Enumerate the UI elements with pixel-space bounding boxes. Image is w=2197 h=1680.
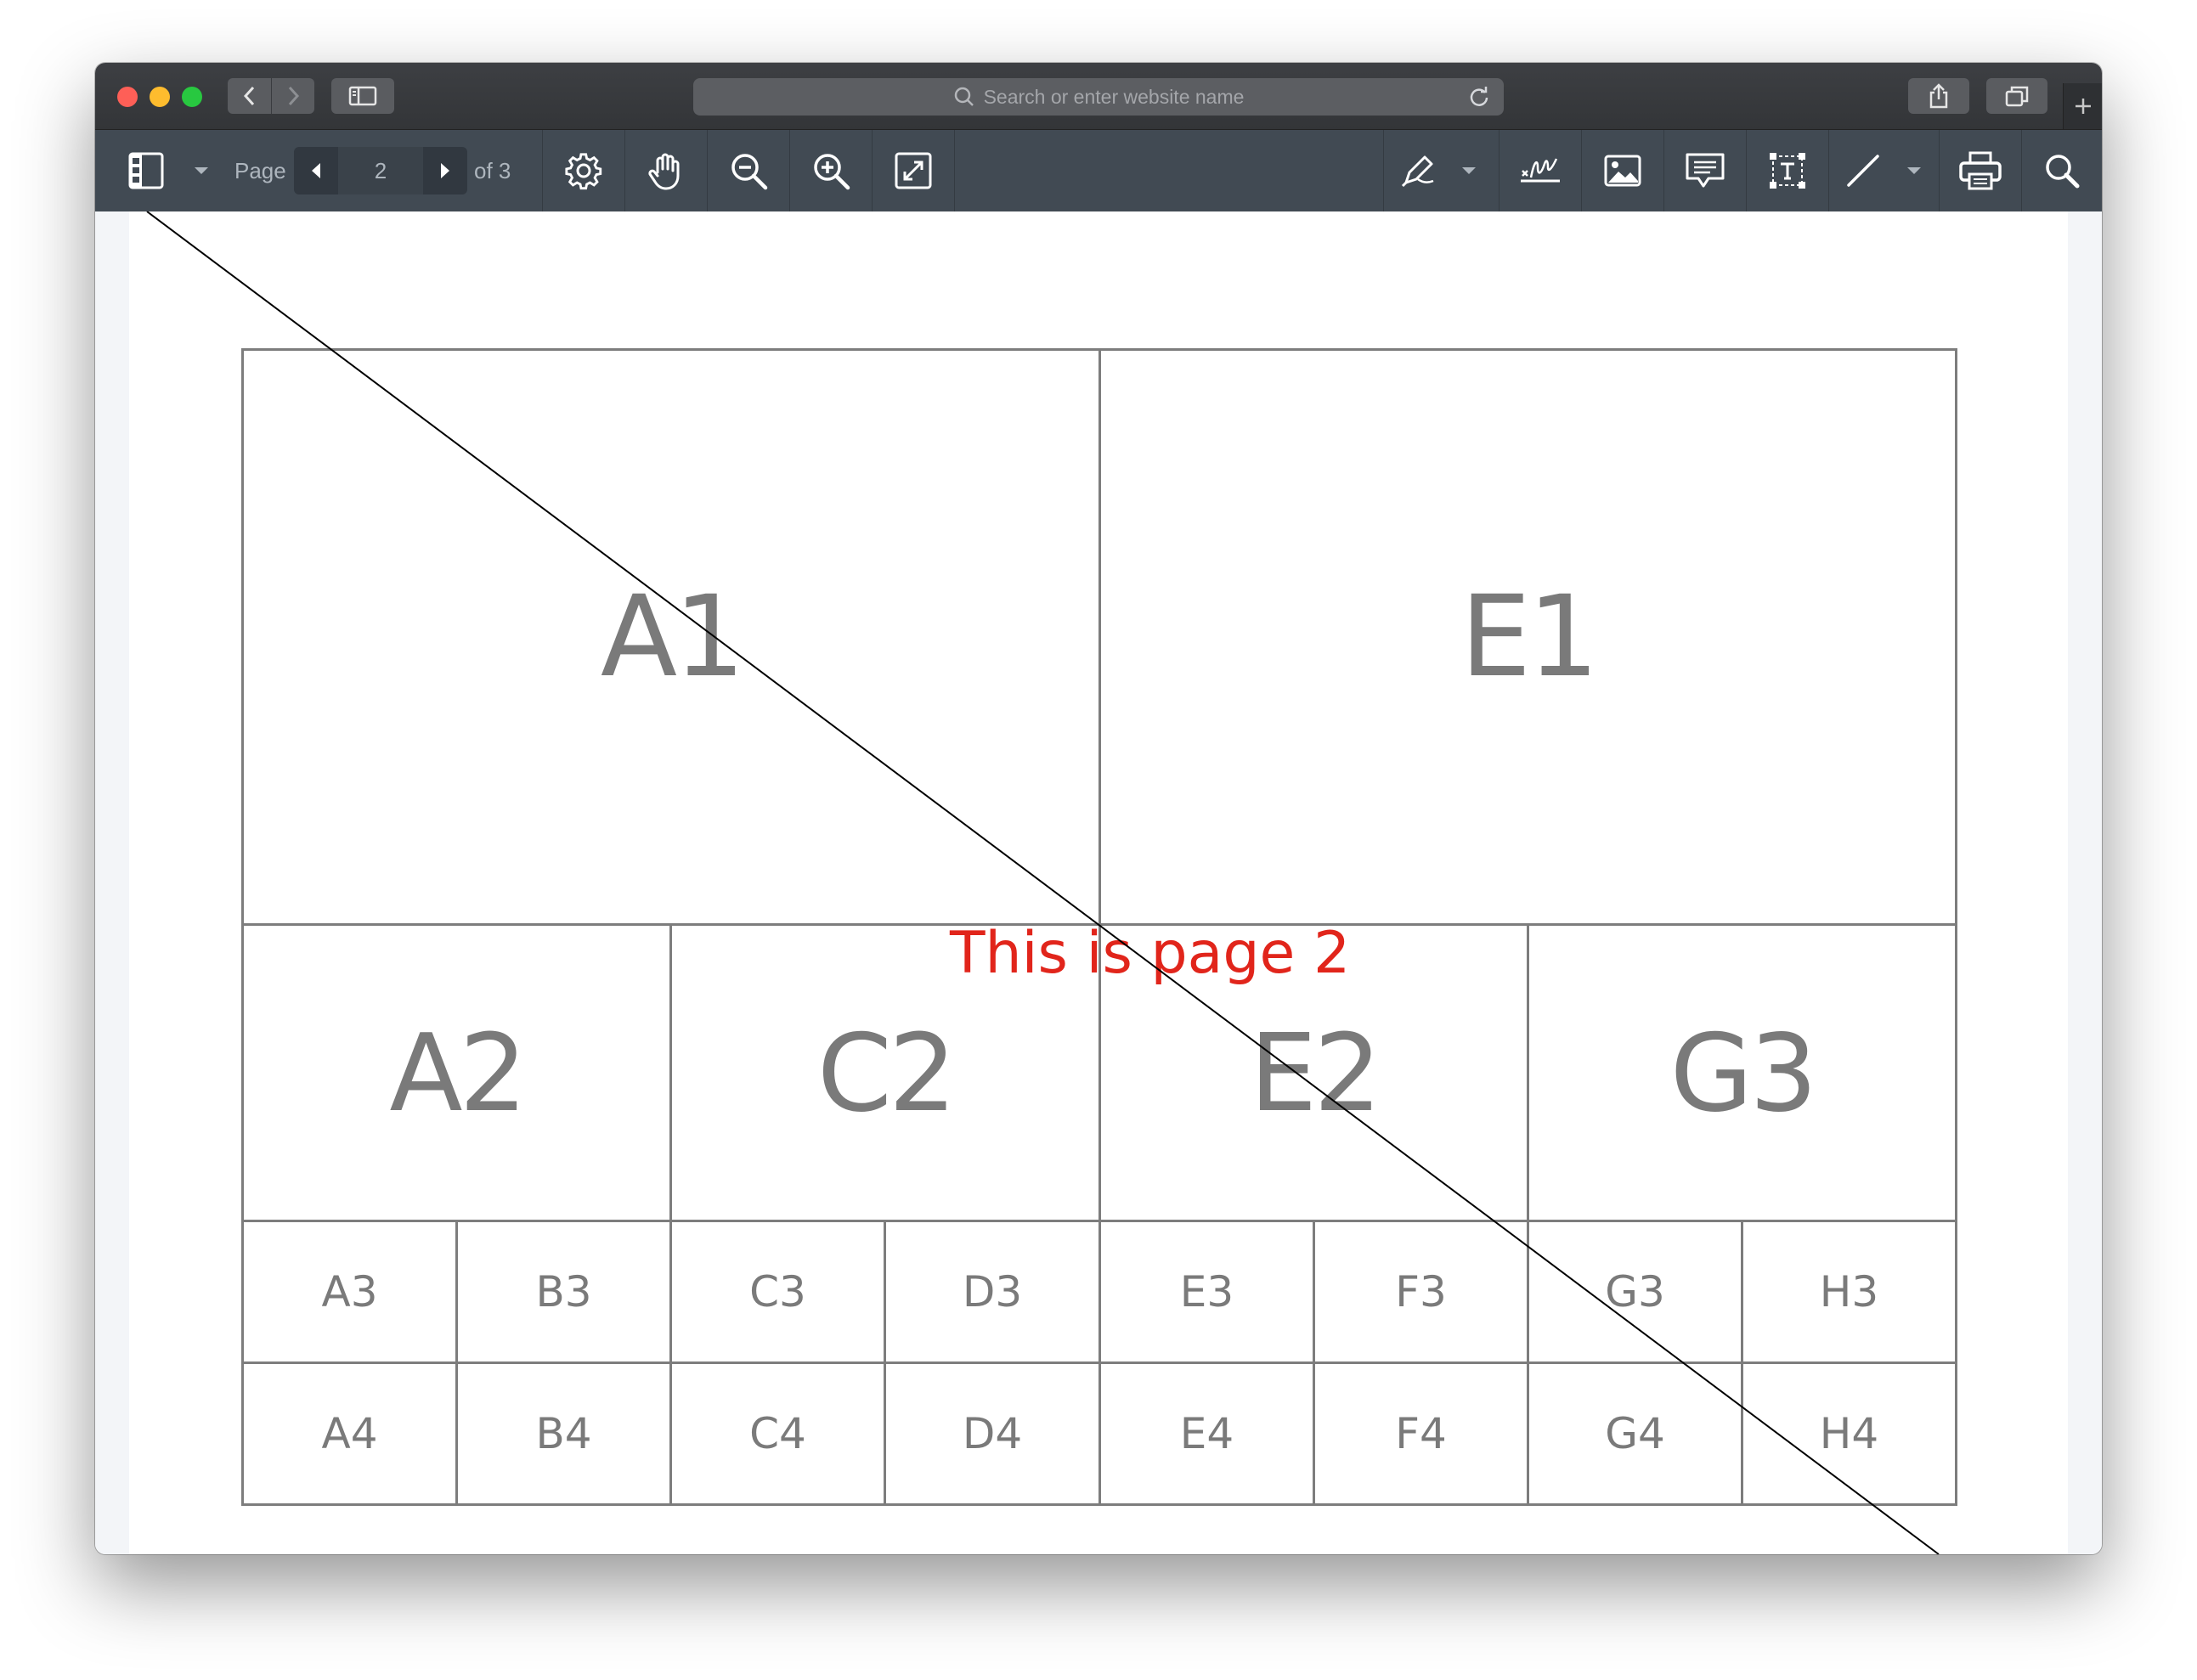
page-number-input[interactable]: 2 bbox=[338, 147, 423, 194]
image-icon bbox=[1604, 155, 1641, 187]
back-button[interactable] bbox=[229, 78, 271, 114]
zoom-out-icon bbox=[731, 154, 768, 190]
zoom-in-button[interactable] bbox=[790, 130, 872, 211]
line-icon bbox=[1847, 155, 1879, 187]
show-tabs-button[interactable] bbox=[1986, 78, 2047, 114]
document-viewport[interactable]: A1 E1 A2 C2 E2 G3 A3 B3 C3 D3 E3 F3 G3 H… bbox=[95, 211, 2102, 1554]
gear-icon bbox=[565, 153, 602, 190]
show-sidebar-button[interactable] bbox=[331, 78, 394, 114]
toolbar-divider bbox=[954, 130, 955, 211]
reload-icon[interactable] bbox=[1468, 86, 1490, 113]
plus-icon bbox=[2076, 99, 2091, 114]
pan-tool-button[interactable] bbox=[625, 130, 707, 211]
line-annotation[interactable] bbox=[129, 211, 2068, 1554]
pen-icon bbox=[1401, 155, 1434, 188]
close-window-button[interactable] bbox=[117, 87, 138, 107]
signature-button[interactable] bbox=[1499, 130, 1581, 211]
triangle-left-icon bbox=[312, 163, 320, 178]
text-box-button[interactable] bbox=[1747, 130, 1828, 211]
page-label: Page bbox=[234, 157, 286, 183]
chevron-right-icon bbox=[288, 86, 299, 106]
insert-image-button[interactable] bbox=[1582, 130, 1663, 211]
pen-tool-button[interactable] bbox=[1384, 130, 1452, 211]
new-tab-button[interactable] bbox=[2063, 83, 2102, 129]
toggle-thumbnails-button[interactable] bbox=[112, 130, 180, 211]
forward-button[interactable] bbox=[270, 78, 314, 114]
share-icon bbox=[1929, 83, 1948, 109]
thumbnails-dropdown[interactable] bbox=[180, 130, 223, 211]
fit-page-button[interactable] bbox=[873, 130, 954, 211]
page-navigator: 2 bbox=[294, 147, 467, 194]
chevron-left-icon bbox=[243, 86, 254, 106]
address-bar[interactable]: Search or enter website name bbox=[693, 78, 1504, 116]
search-icon bbox=[2046, 155, 2080, 189]
triangle-right-icon bbox=[441, 163, 449, 178]
title-bar: Search or enter website name bbox=[95, 63, 2102, 130]
pdf-toolbar: Page 2 of 3 bbox=[95, 130, 2102, 211]
comment-button[interactable] bbox=[1664, 130, 1746, 211]
hand-icon bbox=[648, 153, 680, 190]
panel-layout-icon bbox=[128, 152, 164, 189]
print-button[interactable] bbox=[1940, 130, 2021, 211]
pdf-page: A1 E1 A2 C2 E2 G3 A3 B3 C3 D3 E3 F3 G3 H… bbox=[129, 211, 2068, 1554]
total-pages-label: of 3 bbox=[474, 157, 511, 183]
caret-down-icon bbox=[1462, 167, 1476, 174]
zoom-window-button[interactable] bbox=[182, 87, 202, 107]
signature-icon bbox=[1521, 158, 1560, 183]
printer-icon bbox=[1959, 151, 2002, 190]
browser-window: Search or enter website name Page 2 of 3… bbox=[95, 63, 2102, 1554]
navigation-buttons bbox=[228, 78, 314, 114]
sidebar-icon bbox=[348, 86, 377, 106]
share-button[interactable] bbox=[1908, 78, 1969, 114]
comment-icon bbox=[1686, 153, 1725, 188]
settings-button[interactable] bbox=[543, 130, 624, 211]
pen-options-dropdown[interactable] bbox=[1452, 130, 1486, 211]
next-page-button[interactable] bbox=[423, 147, 467, 194]
line-options-dropdown[interactable] bbox=[1897, 130, 1931, 211]
zoom-out-button[interactable] bbox=[708, 130, 789, 211]
search-icon bbox=[953, 86, 975, 108]
expand-icon bbox=[895, 152, 932, 189]
caret-down-icon bbox=[195, 167, 208, 174]
line-tool-button[interactable] bbox=[1829, 130, 1897, 211]
caret-down-icon bbox=[1907, 167, 1921, 174]
search-document-button[interactable] bbox=[2022, 130, 2102, 211]
zoom-in-icon bbox=[814, 154, 850, 190]
minimize-window-button[interactable] bbox=[150, 87, 170, 107]
text-box-icon bbox=[1770, 153, 1805, 189]
address-bar-placeholder: Search or enter website name bbox=[983, 85, 1245, 108]
tabs-overview-icon bbox=[2005, 86, 2029, 107]
previous-page-button[interactable] bbox=[294, 147, 338, 194]
